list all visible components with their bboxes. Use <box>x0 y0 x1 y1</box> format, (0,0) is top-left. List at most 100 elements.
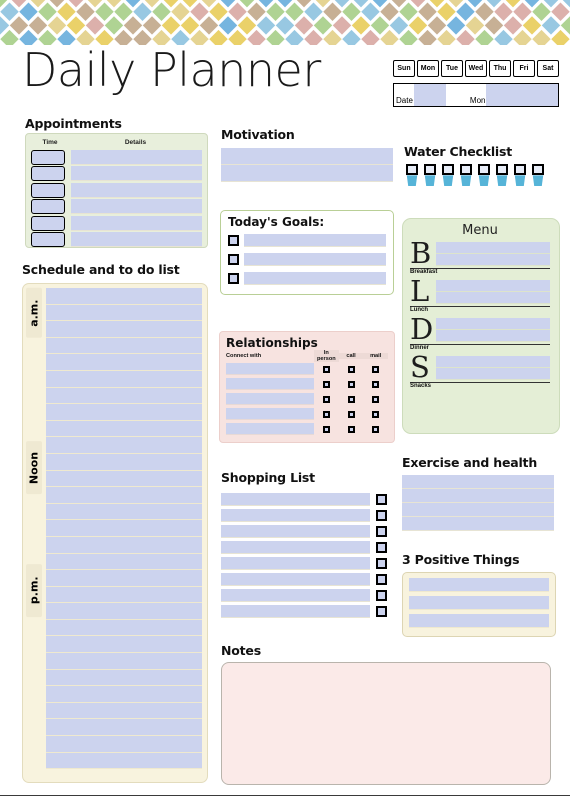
schedule-row[interactable] <box>46 304 202 322</box>
schedule-row[interactable] <box>46 420 202 438</box>
menu-input[interactable] <box>436 367 550 380</box>
relationship-checkbox-mail[interactable] <box>372 380 380 388</box>
shopping-item-checkbox[interactable] <box>376 606 387 617</box>
schedule-row[interactable] <box>46 370 202 388</box>
appointment-details-input[interactable] <box>71 182 202 198</box>
relationship-checkbox-call[interactable] <box>347 365 355 373</box>
day-button-fri[interactable]: Fri <box>513 60 535 77</box>
water-glass-icon[interactable] <box>530 164 546 188</box>
water-glass-icon[interactable] <box>422 164 438 188</box>
schedule-row[interactable] <box>46 470 202 488</box>
menu-input[interactable] <box>436 329 550 342</box>
notes-textarea[interactable] <box>221 662 551 785</box>
shopping-item-input[interactable] <box>221 525 370 538</box>
appointment-time-input[interactable] <box>31 215 65 231</box>
motivation-line[interactable] <box>221 148 393 165</box>
shopping-item-input[interactable] <box>221 557 370 570</box>
relationship-checkbox-call[interactable] <box>347 380 355 388</box>
month-input[interactable] <box>486 84 558 106</box>
appointment-time-input[interactable] <box>31 166 65 181</box>
shopping-item-input[interactable] <box>221 541 370 554</box>
goal-input[interactable] <box>244 272 386 285</box>
shopping-item-input[interactable] <box>221 573 370 586</box>
menu-input[interactable] <box>436 241 550 254</box>
appointment-time-input[interactable] <box>31 199 65 214</box>
goal-checkbox[interactable] <box>228 254 239 265</box>
goal-input[interactable] <box>244 234 386 247</box>
menu-input[interactable] <box>436 355 550 368</box>
schedule-row[interactable] <box>46 736 202 753</box>
day-button-tue[interactable]: Tue <box>441 60 463 77</box>
relationship-name-input[interactable] <box>226 393 314 405</box>
schedule-row[interactable] <box>46 570 202 587</box>
schedule-row[interactable] <box>46 752 202 770</box>
relationship-checkbox-in-person[interactable] <box>322 425 330 433</box>
water-glass-icon[interactable] <box>494 164 510 188</box>
appointment-time-input[interactable] <box>31 149 65 165</box>
shopping-item-checkbox[interactable] <box>376 542 387 553</box>
relationship-checkbox-mail[interactable] <box>372 425 380 433</box>
menu-input[interactable] <box>436 253 550 266</box>
relationship-name-input[interactable] <box>226 423 314 435</box>
appointment-details-input[interactable] <box>71 166 202 181</box>
relationship-checkbox-in-person[interactable] <box>322 365 330 373</box>
menu-input[interactable] <box>436 279 550 292</box>
schedule-row[interactable] <box>46 453 202 471</box>
relationship-checkbox-in-person[interactable] <box>322 380 330 388</box>
day-selector[interactable]: Sun Mon Tue Wed Thu Fri Sat <box>393 60 559 77</box>
goal-checkbox[interactable] <box>228 273 239 284</box>
appointment-details-input[interactable] <box>71 232 202 247</box>
date-input[interactable] <box>413 84 446 106</box>
relationship-checkbox-mail[interactable] <box>372 410 380 418</box>
menu-input[interactable] <box>436 291 550 304</box>
day-button-sun[interactable]: Sun <box>393 60 415 77</box>
shopping-item-input[interactable] <box>221 509 370 522</box>
schedule-row[interactable] <box>46 669 202 687</box>
schedule-row[interactable] <box>46 387 202 405</box>
schedule-row[interactable] <box>46 437 202 454</box>
schedule-row[interactable] <box>46 636 202 654</box>
relationship-checkbox-in-person[interactable] <box>322 410 330 418</box>
day-button-sat[interactable]: Sat <box>537 60 559 77</box>
shopping-item-checkbox[interactable] <box>376 494 387 505</box>
shopping-item-checkbox[interactable] <box>376 526 387 537</box>
exercise-line[interactable] <box>402 517 554 531</box>
schedule-row[interactable] <box>46 553 202 571</box>
day-button-thu[interactable]: Thu <box>489 60 511 77</box>
relationship-checkbox-call[interactable] <box>347 410 355 418</box>
water-glass-icon[interactable] <box>512 164 528 188</box>
schedule-row[interactable] <box>46 619 202 637</box>
exercise-line[interactable] <box>402 489 554 503</box>
schedule-row[interactable] <box>46 404 202 421</box>
positive-line-input[interactable] <box>409 596 549 610</box>
schedule-row[interactable] <box>46 354 202 371</box>
schedule-row[interactable] <box>46 321 202 338</box>
shopping-item-checkbox[interactable] <box>376 510 387 521</box>
positive-line-input[interactable] <box>409 578 549 592</box>
schedule-row[interactable] <box>46 603 202 620</box>
schedule-row[interactable] <box>46 702 202 720</box>
exercise-line[interactable] <box>402 503 554 517</box>
appointment-details-input[interactable] <box>71 215 202 231</box>
schedule-row[interactable] <box>46 536 202 554</box>
schedule-row[interactable] <box>46 520 202 537</box>
appointment-time-input[interactable] <box>31 232 65 247</box>
schedule-row[interactable] <box>46 503 202 521</box>
schedule-row[interactable] <box>46 719 202 737</box>
relationship-checkbox-mail[interactable] <box>372 365 380 373</box>
motivation-line[interactable] <box>221 165 393 182</box>
shopping-item-input[interactable] <box>221 493 370 506</box>
shopping-item-input[interactable] <box>221 605 370 618</box>
goal-checkbox[interactable] <box>228 235 239 246</box>
relationship-name-input[interactable] <box>226 363 314 375</box>
water-glass-icon[interactable] <box>458 164 474 188</box>
relationship-name-input[interactable] <box>226 378 314 390</box>
shopping-item-checkbox[interactable] <box>376 558 387 569</box>
water-glass-icon[interactable] <box>404 164 420 188</box>
schedule-row[interactable] <box>46 586 202 604</box>
relationship-checkbox-in-person[interactable] <box>322 395 330 403</box>
menu-input[interactable] <box>436 317 550 330</box>
schedule-row[interactable] <box>46 288 202 305</box>
goal-input[interactable] <box>244 253 386 266</box>
water-glass-icon[interactable] <box>440 164 456 188</box>
